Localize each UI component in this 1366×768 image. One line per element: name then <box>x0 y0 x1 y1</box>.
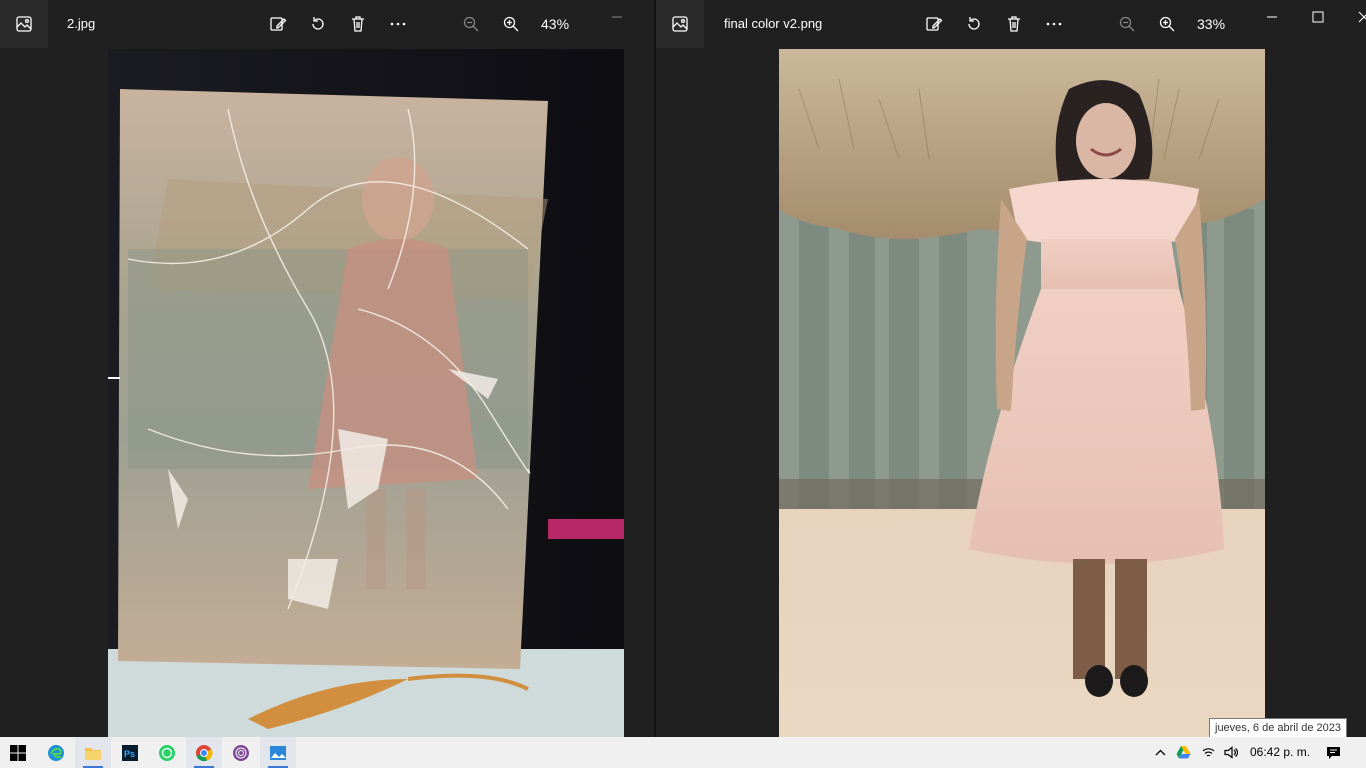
wifi-icon[interactable] <box>1197 737 1219 768</box>
more-icon[interactable] <box>378 0 418 48</box>
zoom-in-icon[interactable] <box>1147 0 1187 48</box>
delete-icon[interactable] <box>994 0 1034 48</box>
svg-text:Ps: Ps <box>124 749 135 759</box>
photos-toolbar: 2.jpg 43% <box>0 0 654 48</box>
photos-app-icon[interactable] <box>656 0 704 48</box>
edit-icon[interactable] <box>914 0 954 48</box>
rotate-icon[interactable] <box>954 0 994 48</box>
photo-restored <box>779 49 1265 737</box>
minimize-icon[interactable] <box>594 0 640 34</box>
photos-toolbar: final color v2.png 33% <box>656 0 1366 48</box>
edit-icon[interactable] <box>258 0 298 48</box>
date-tooltip: jueves, 6 de abril de 2023 <box>1209 718 1347 738</box>
maximize-icon[interactable] <box>1295 0 1341 34</box>
minimize-icon[interactable] <box>1249 0 1295 34</box>
tor-icon[interactable] <box>223 737 259 768</box>
start-icon[interactable] <box>0 737 36 768</box>
volume-icon[interactable] <box>1219 737 1241 768</box>
taskbar: Ps 06:42 p. m. <box>0 737 1366 768</box>
photo-original <box>108 49 624 737</box>
edge-icon[interactable] <box>38 737 74 768</box>
delete-icon[interactable] <box>338 0 378 48</box>
zoom-out-icon[interactable] <box>451 0 491 48</box>
photos-app-icon[interactable] <box>0 0 48 48</box>
notification-icon[interactable] <box>1322 737 1344 768</box>
zoom-out-icon[interactable] <box>1107 0 1147 48</box>
close-icon[interactable] <box>1341 0 1366 34</box>
photos-window-right: final color v2.png 33% <box>656 0 1366 737</box>
photoshop-icon[interactable]: Ps <box>112 737 148 768</box>
chrome-icon[interactable] <box>186 737 222 768</box>
photos-window-left: 2.jpg 43% <box>0 0 654 737</box>
more-icon[interactable] <box>1034 0 1074 48</box>
zoom-level: 33% <box>1197 16 1226 32</box>
google-drive-icon[interactable] <box>1172 737 1194 768</box>
file-explorer-icon[interactable] <box>75 737 111 768</box>
zoom-level: 43% <box>541 16 570 32</box>
file-name: 2.jpg <box>67 16 96 31</box>
photos-icon[interactable] <box>260 737 296 768</box>
chevron-up-icon[interactable] <box>1149 737 1171 768</box>
whatsapp-icon[interactable] <box>149 737 185 768</box>
zoom-in-icon[interactable] <box>491 0 531 48</box>
taskbar-clock[interactable]: 06:42 p. m. <box>1250 745 1310 759</box>
rotate-icon[interactable] <box>298 0 338 48</box>
file-name: final color v2.png <box>724 16 823 31</box>
